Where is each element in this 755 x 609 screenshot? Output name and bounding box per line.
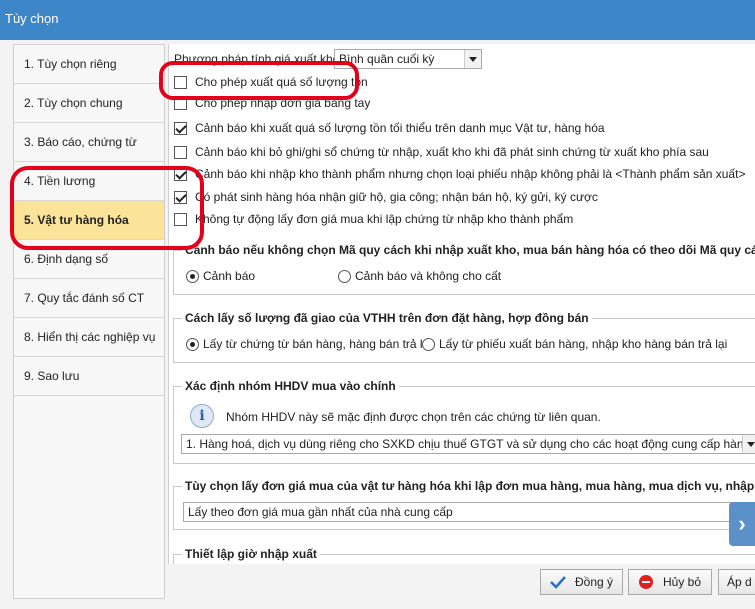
chevron-down-icon[interactable] xyxy=(464,50,481,68)
info-icon: i xyxy=(190,404,214,428)
radio-selected[interactable] xyxy=(186,337,199,351)
sidebar-item-tuy-chon-rieng[interactable]: 1. Tùy chọn riêng xyxy=(14,45,164,84)
radio[interactable] xyxy=(338,269,351,283)
checkbox-row[interactable]: Cảnh báo khi xuất quá số lượng tồn tối t… xyxy=(174,120,605,136)
radio[interactable] xyxy=(422,337,435,351)
group-title: Tùy chọn lấy đơn giá mua của vật tư hàng… xyxy=(182,479,755,493)
spec-warning-group: Cảnh báo nếu không chọn Mã quy cách khi … xyxy=(173,243,755,295)
checkbox-checked[interactable] xyxy=(174,121,187,135)
group-title: Xác định nhóm HHDV mua vào chính xyxy=(182,379,399,393)
info-text-row: Nhóm HHDV này sẽ mặc định được chọn trên… xyxy=(226,410,601,424)
radio-option[interactable]: Lấy từ phiếu xuất bán hàng, nhập kho hàn… xyxy=(422,336,727,352)
group-title: Cảnh báo nếu không chọn Mã quy cách khi … xyxy=(182,243,755,257)
checkbox-checked[interactable] xyxy=(174,167,187,181)
radio-option[interactable]: Lấy từ chứng từ bán hàng, hàng bán trả l… xyxy=(186,336,432,352)
checkmark-icon xyxy=(549,574,567,590)
cost-method-select[interactable]: Bình quân cuối kỳ xyxy=(334,49,482,69)
sidebar-item-sao-luu[interactable]: 9. Sao lưu xyxy=(14,357,164,396)
radio-option[interactable]: Cảnh báo xyxy=(186,268,255,284)
sidebar-item-tuy-chon-chung[interactable]: 2. Tùy chọn chung xyxy=(14,84,164,123)
sidebar-item-dinh-dang-so[interactable]: 6. Định dạng số xyxy=(14,240,164,279)
sidebar-item-hien-thi[interactable]: 8. Hiển thị các nghiệp vụ xyxy=(14,318,164,357)
sidebar-item-vat-tu-hang-hoa[interactable]: 5. Vật tư hàng hóa xyxy=(14,201,164,240)
group-title: Thiết lập giờ nhập xuất xyxy=(182,547,320,561)
cost-method-row: Phương pháp tính giá xuất kho xyxy=(174,51,339,67)
settings-panel: Phương pháp tính giá xuất kho Bình quân … xyxy=(168,44,755,564)
radio-option[interactable]: Cảnh báo và không cho cất xyxy=(338,268,501,284)
checkbox-row[interactable]: Không tự động lấy đơn giá mua khi lập ch… xyxy=(174,211,573,227)
cost-method-label: Phương pháp tính giá xuất kho xyxy=(174,52,340,66)
checkbox-row[interactable]: Có phát sinh hàng hóa nhận giữ hộ, gia c… xyxy=(174,189,598,205)
chevron-right-icon[interactable]: › xyxy=(729,502,755,546)
radio-selected[interactable] xyxy=(186,269,199,283)
sidebar-item-quy-tac-danh-so[interactable]: 7. Quy tắc đánh số CT xyxy=(14,279,164,318)
io-time-group: Thiết lập giờ nhập xuất xyxy=(173,547,755,564)
purchase-group-group: Xác định nhóm HHDV mua vào chính i Nhóm … xyxy=(173,379,755,464)
checkbox-row[interactable]: Cảnh báo khi nhập kho thành phẩm nhưng c… xyxy=(174,166,745,182)
sidebar: 1. Tùy chọn riêng 2. Tùy chọn chung 3. B… xyxy=(13,44,165,599)
purchase-group-select[interactable]: 1. Hàng hoá, dịch vụ dùng riêng cho SXKD… xyxy=(181,434,755,454)
apply-button[interactable]: Áp d xyxy=(718,569,755,595)
checkbox-row[interactable]: Cho phép xuất quá số lượng tồn xyxy=(174,74,368,90)
checkbox[interactable] xyxy=(174,75,187,89)
group-title: Cách lấy số lượng đã giao của VTHH trên … xyxy=(182,311,592,325)
window-title: Tùy chọn xyxy=(5,11,59,26)
sidebar-item-tien-luong[interactable]: 4. Tiền lương xyxy=(14,162,164,201)
chevron-down-icon[interactable] xyxy=(742,435,755,453)
checkbox[interactable] xyxy=(174,212,187,226)
cancel-button[interactable]: Hủy bỏ xyxy=(628,569,712,595)
checkbox[interactable] xyxy=(174,96,187,110)
checkbox-checked[interactable] xyxy=(174,190,187,204)
title-bar: Tùy chọn xyxy=(0,0,755,40)
checkbox-row[interactable]: Cho phép nhập đơn giá bằng tay xyxy=(174,95,370,111)
cancel-icon xyxy=(637,574,655,590)
unit-price-group: Tùy chọn lấy đơn giá mua của vật tư hàng… xyxy=(173,479,755,530)
checkbox[interactable] xyxy=(174,145,187,159)
delivered-qty-group: Cách lấy số lượng đã giao của VTHH trên … xyxy=(173,311,755,363)
sidebar-item-bao-cao[interactable]: 3. Báo cáo, chứng từ xyxy=(14,123,164,162)
ok-button[interactable]: Đồng ý xyxy=(540,569,623,595)
unit-price-field[interactable]: Lấy theo đơn giá mua gần nhất của nhà cu… xyxy=(183,502,755,522)
checkbox-row[interactable]: Cảnh báo khi bỏ ghi/ghi sổ chứng từ nhập… xyxy=(174,144,709,160)
